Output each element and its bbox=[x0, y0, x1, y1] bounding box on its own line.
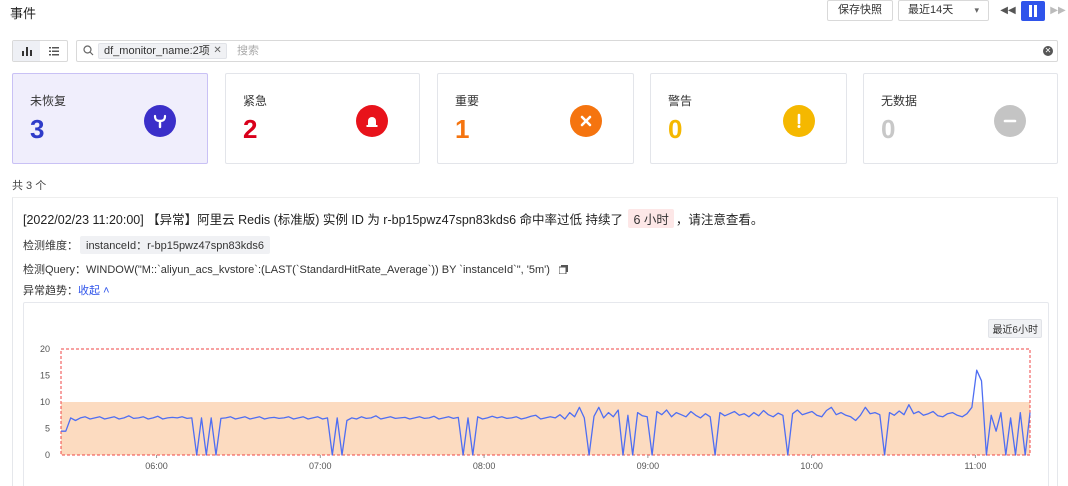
trend-label: 异常趋势： bbox=[23, 285, 78, 297]
chevron-up-icon: ˄ bbox=[103, 285, 110, 297]
x-tick-label: 09:00 bbox=[637, 461, 660, 471]
stat-label: 未恢复 bbox=[30, 94, 67, 108]
event-title: [2022/02/23 11:20:00] 【异常】阿里云 Redis (标准版… bbox=[23, 209, 763, 228]
search-input[interactable] bbox=[237, 43, 1017, 59]
list-view-icon[interactable] bbox=[40, 41, 67, 61]
y-tick-label: 15 bbox=[40, 371, 50, 381]
y-tick-label: 0 bbox=[45, 450, 50, 460]
trend-chart: 最近6小时 0 5 10 15 20 06:00 07:00 08:00 09:00 10:00 1… bbox=[23, 302, 1049, 486]
dimension-row: 检测维度： instanceId：r-bp15pwz47spn83kds6 bbox=[23, 236, 270, 254]
query-row: 检测Query：WINDOW("M::`aliyun_acs_kvstore`:… bbox=[23, 261, 568, 277]
filter-chip[interactable]: df_monitor_name:2项 ✕ bbox=[98, 43, 227, 59]
x-tick-label: 06:00 bbox=[145, 461, 168, 471]
stat-count: 2 bbox=[243, 114, 258, 144]
threshold-band bbox=[61, 402, 1030, 455]
stat-count: 1 bbox=[455, 114, 470, 144]
stat-label: 重要 bbox=[455, 94, 480, 108]
siren-icon bbox=[356, 105, 388, 137]
x-tick-label: 08:00 bbox=[473, 461, 496, 471]
clear-icon[interactable]: ✕ bbox=[1043, 46, 1053, 56]
close-icon[interactable]: ✕ bbox=[213, 44, 221, 58]
stat-label: 无数据 bbox=[881, 94, 918, 108]
total-count: 共 3 个 bbox=[12, 180, 47, 192]
y-tick-label: 10 bbox=[40, 397, 50, 407]
search-bar: df_monitor_name:2项 ✕ ✕ bbox=[76, 40, 1058, 62]
dimension-label: 检测维度： bbox=[23, 240, 78, 252]
dimension-badge: instanceId：r-bp15pwz47spn83kds6 bbox=[80, 236, 270, 254]
stat-card-critical[interactable]: 紧急 2 bbox=[225, 73, 420, 164]
duration-badge: 6 小时 bbox=[628, 209, 674, 228]
chevron-down-icon: ▾ bbox=[974, 5, 979, 15]
collapse-link[interactable]: 收起 ˄ bbox=[78, 285, 110, 297]
minus-icon bbox=[994, 105, 1026, 137]
stat-label: 紧急 bbox=[243, 94, 268, 108]
stat-count: 0 bbox=[668, 114, 683, 144]
stat-card-nodata[interactable]: 无数据 0 bbox=[863, 73, 1058, 164]
exclamation-icon bbox=[783, 105, 815, 137]
y-tick-label: 20 bbox=[40, 344, 50, 354]
copy-icon[interactable] bbox=[553, 264, 568, 276]
time-range-label: 最近14天 bbox=[908, 4, 954, 16]
stat-count: 0 bbox=[881, 114, 896, 144]
event-card[interactable]: [2022/02/23 11:20:00] 【异常】阿里云 Redis (标准版… bbox=[12, 197, 1058, 486]
collapse-label: 收起 bbox=[78, 285, 100, 297]
stat-count: 3 bbox=[30, 114, 45, 144]
query-label: 检测Query： bbox=[23, 264, 86, 276]
line-chart-svg: 0 5 10 15 20 06:00 07:00 08:00 09:00 10:00 11:00 bbox=[40, 344, 1031, 471]
event-title-text: [2022/02/23 11:20:00] 【异常】阿里云 Redis (标准版… bbox=[23, 213, 623, 227]
stat-card-warning[interactable]: 警告 0 bbox=[650, 73, 847, 164]
filter-chip-label: df_monitor_name:2项 bbox=[104, 45, 210, 57]
fast-forward-icon[interactable]: ▶▶ bbox=[1048, 1, 1068, 21]
view-toggle bbox=[12, 40, 68, 62]
wrench-icon bbox=[144, 105, 176, 137]
stat-card-unrecovered[interactable]: 未恢复 3 bbox=[12, 73, 208, 164]
x-tick-label: 07:00 bbox=[309, 461, 332, 471]
search-icon bbox=[83, 45, 94, 59]
x-tick-label: 11:00 bbox=[964, 461, 986, 471]
top-bar: 事件 保存快照 最近14天 ▾ ◀◀ ▶▶ bbox=[0, 0, 1068, 22]
y-tick-label: 5 bbox=[45, 424, 50, 434]
trend-row: 异常趋势：收起 ˄ bbox=[23, 282, 110, 298]
chart-view-icon[interactable] bbox=[13, 41, 40, 61]
page-title: 事件 bbox=[10, 6, 37, 21]
stat-card-important[interactable]: 重要 1 bbox=[437, 73, 634, 164]
save-snapshot-button[interactable]: 保存快照 bbox=[827, 0, 893, 21]
rewind-icon[interactable]: ◀◀ bbox=[998, 1, 1018, 21]
event-title-suffix: ，请注意查看。 bbox=[675, 213, 764, 227]
x-tick-label: 10:00 bbox=[800, 461, 823, 471]
x-icon bbox=[570, 105, 602, 137]
time-range-select[interactable]: 最近14天 ▾ bbox=[898, 0, 989, 21]
pause-icon[interactable] bbox=[1021, 1, 1045, 21]
stat-label: 警告 bbox=[668, 94, 693, 108]
query-text: WINDOW("M::`aliyun_acs_kvstore`:(LAST(`S… bbox=[85, 264, 550, 276]
